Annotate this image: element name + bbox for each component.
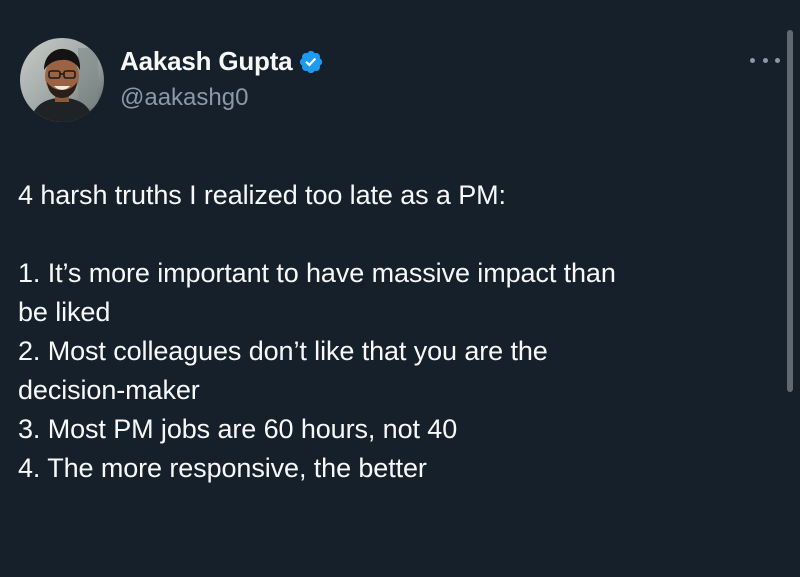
more-dot — [750, 57, 755, 63]
avatar-photo — [20, 38, 104, 122]
verified-badge-icon[interactable] — [298, 49, 324, 75]
tweet-card: Aakash Gupta @aakashg0 4 harsh truths I … — [0, 0, 800, 577]
author-name-row: Aakash Gupta — [120, 46, 324, 77]
tweet-line: 1. It’s more important to have massive i… — [18, 258, 616, 288]
tweet-text: 4 harsh truths I realized too late as a … — [18, 176, 780, 488]
tweet-line: be liked — [18, 297, 111, 327]
more-dot — [762, 57, 768, 63]
tweet-line: decision-maker — [18, 375, 200, 405]
more-dot — [775, 57, 780, 63]
avatar[interactable] — [20, 38, 104, 122]
tweet-line: 4. The more responsive, the better — [18, 453, 427, 483]
more-options-icon[interactable] — [750, 50, 780, 70]
author-handle[interactable]: @aakashg0 — [120, 84, 248, 112]
tweet-intro: 4 harsh truths I realized too late as a … — [18, 180, 506, 210]
scrollbar[interactable] — [787, 30, 793, 392]
tweet-line: 3. Most PM jobs are 60 hours, not 40 — [18, 414, 458, 444]
tweet-line: 2. Most colleagues don’t like that you a… — [18, 336, 548, 366]
author-display-name[interactable]: Aakash Gupta — [120, 46, 293, 77]
